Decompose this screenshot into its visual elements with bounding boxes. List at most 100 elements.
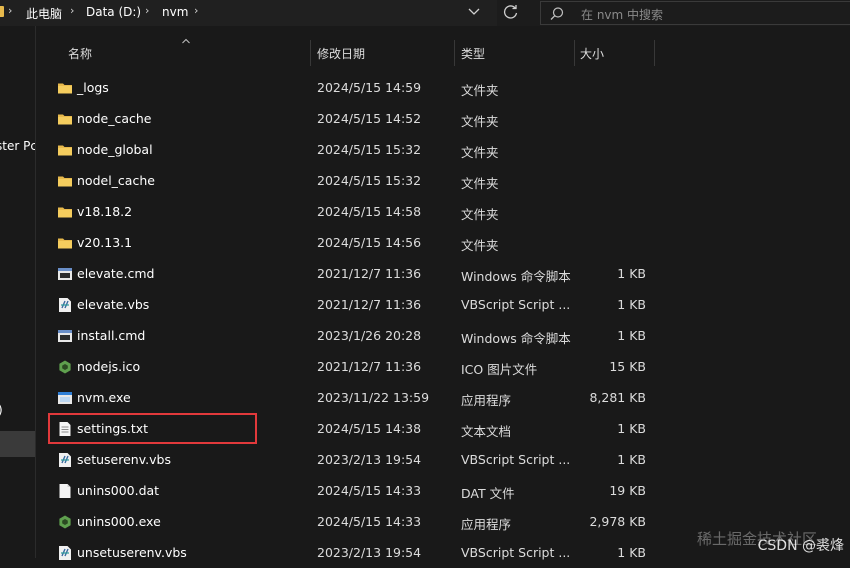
file-modified-date: 2024/5/15 14:56 — [317, 235, 422, 250]
file-row[interactable]: v18.18.2 2024/5/15 14:58 文件夹 — [48, 196, 848, 227]
nav-item-selected[interactable] — [0, 431, 35, 457]
file-modified-date: 2021/12/7 11:36 — [317, 297, 422, 312]
chevron-right-icon[interactable]: › — [8, 4, 12, 17]
file-row[interactable]: nodel_cache 2024/5/15 15:32 文件夹 — [48, 165, 848, 196]
file-name[interactable]: node_global — [77, 142, 153, 157]
file-type: Windows 命令脚本 — [461, 269, 571, 284]
file-row[interactable]: setuserenv.vbs 2023/2/13 19:54 VBScript Sc… — [48, 444, 848, 475]
file-size: 8,281 KB — [589, 390, 646, 405]
file-row[interactable]: elevate.vbs 2021/12/7 11:36 VBScript Scrip… — [48, 289, 848, 320]
file-name[interactable]: unins000.dat — [77, 483, 159, 498]
chevron-right-icon[interactable]: › — [145, 4, 149, 17]
vbs-file-icon — [57, 452, 73, 468]
folder-icon — [0, 6, 4, 17]
file-type: VBScript Script ... — [461, 297, 571, 312]
file-row[interactable]: nvm.exe 2023/11/22 13:59 应用程序 8,281 KB — [48, 382, 848, 413]
column-divider[interactable] — [310, 40, 311, 66]
cmd-file-icon — [57, 328, 73, 344]
file-row[interactable]: _logs 2024/5/15 14:59 文件夹 — [48, 72, 848, 103]
cmd-file-icon — [57, 266, 73, 282]
file-row[interactable]: v20.13.1 2024/5/15 14:56 文件夹 — [48, 227, 848, 258]
file-type: 文件夹 — [461, 114, 499, 129]
breadcrumb-nvm[interactable]: nvm — [162, 5, 188, 19]
chevron-right-icon[interactable]: › — [70, 4, 74, 17]
file-modified-date: 2021/12/7 11:36 — [317, 266, 422, 281]
watermark: CSDN @裘烽 — [757, 538, 844, 554]
file-modified-date: 2024/5/15 14:59 — [317, 80, 422, 95]
file-name[interactable]: v18.18.2 — [77, 204, 132, 219]
nav-item[interactable]: ) — [0, 403, 3, 417]
file-modified-date: 2021/12/7 11:36 — [317, 359, 422, 374]
refresh-icon[interactable] — [502, 3, 520, 21]
file-name[interactable]: setuserenv.vbs — [77, 452, 171, 467]
file-row[interactable]: unins000.dat 2024/5/15 14:33 DAT 文件 19 KB — [48, 475, 848, 506]
pane-divider[interactable] — [35, 26, 36, 558]
file-size: 15 KB — [609, 359, 646, 374]
file-type: 文件夹 — [461, 238, 499, 253]
file-type: VBScript Script ... — [461, 452, 571, 467]
highlight-box — [48, 413, 257, 444]
file-modified-date: 2023/1/26 20:28 — [317, 328, 422, 343]
file-modified-date: 2024/5/15 15:32 — [317, 173, 422, 188]
dat-file-icon — [57, 483, 73, 499]
file-size: 19 KB — [609, 483, 646, 498]
file-modified-date: 2023/2/13 19:54 — [317, 452, 422, 467]
file-modified-date: 2024/5/15 14:38 — [317, 421, 422, 436]
file-row[interactable]: nodejs.ico 2021/12/7 11:36 ICO 图片文件 15 KB — [48, 351, 848, 382]
search-input[interactable]: 在 nvm 中搜索 — [581, 6, 663, 23]
search-box[interactable]: 在 nvm 中搜索 — [540, 1, 850, 25]
navigation-pane: ster Pc ) — [0, 26, 35, 558]
column-header-size[interactable]: 大小 — [580, 45, 604, 62]
chevron-right-icon[interactable]: › — [194, 4, 198, 17]
address-bar[interactable]: › 此电脑 › Data (D:) › nvm › — [0, 0, 497, 26]
file-type: 文件夹 — [461, 207, 499, 222]
column-divider[interactable] — [654, 40, 655, 66]
breadcrumb-drive[interactable]: Data (D:) — [86, 5, 141, 19]
file-type: 文件夹 — [461, 83, 499, 98]
file-modified-date: 2024/5/15 14:33 — [317, 514, 422, 529]
file-modified-date: 2024/5/15 15:32 — [317, 142, 422, 157]
file-type: DAT 文件 — [461, 486, 515, 501]
file-modified-date: 2024/5/15 14:52 — [317, 111, 422, 126]
file-size: 1 KB — [617, 421, 646, 436]
file-size: 1 KB — [617, 328, 646, 343]
column-header-type[interactable]: 类型 — [461, 45, 485, 62]
nodejs-icon — [57, 514, 73, 530]
file-name[interactable]: node_cache — [77, 111, 151, 126]
column-divider[interactable] — [454, 40, 455, 66]
file-modified-date: 2024/5/15 14:58 — [317, 204, 422, 219]
chevron-down-icon[interactable] — [466, 5, 482, 19]
breadcrumb-this-pc[interactable]: 此电脑 — [26, 5, 62, 22]
folder-icon — [57, 235, 73, 251]
top-bar: › 此电脑 › Data (D:) › nvm › 在 nvm 中搜索 — [0, 0, 850, 26]
file-type: 应用程序 — [461, 517, 512, 532]
exe-file-icon — [57, 390, 73, 406]
file-type: 应用程序 — [461, 393, 512, 408]
file-size: 1 KB — [617, 452, 646, 467]
column-divider[interactable] — [574, 40, 575, 66]
file-type: 文本文档 — [461, 424, 512, 439]
vbs-file-icon — [57, 545, 73, 561]
file-type: 文件夹 — [461, 176, 499, 191]
search-icon — [550, 7, 564, 20]
file-name[interactable]: nodel_cache — [77, 173, 155, 188]
file-name[interactable]: unins000.exe — [77, 514, 161, 529]
column-header-date[interactable]: 修改日期 — [317, 45, 365, 62]
file-row[interactable]: node_cache 2024/5/15 14:52 文件夹 — [48, 103, 848, 134]
file-row[interactable]: node_global 2024/5/15 15:32 文件夹 — [48, 134, 848, 165]
column-header-name[interactable]: 名称 — [68, 45, 92, 62]
file-name[interactable]: elevate.cmd — [77, 266, 154, 281]
file-modified-date: 2023/11/22 13:59 — [317, 390, 430, 405]
file-size: 1 KB — [617, 297, 646, 312]
file-name[interactable]: install.cmd — [77, 328, 145, 343]
file-row[interactable]: install.cmd 2023/1/26 20:28 Windows 命令脚本 1 … — [48, 320, 848, 351]
file-name[interactable]: v20.13.1 — [77, 235, 132, 250]
nodejs-icon — [57, 359, 73, 375]
file-row[interactable]: elevate.cmd 2021/12/7 11:36 Windows 命令脚本 1 … — [48, 258, 848, 289]
nav-item[interactable]: ster Pc — [0, 139, 35, 153]
file-name[interactable]: _logs — [77, 80, 109, 95]
file-name[interactable]: elevate.vbs — [77, 297, 149, 312]
file-name[interactable]: nodejs.ico — [77, 359, 140, 374]
folder-icon — [57, 204, 73, 220]
file-name[interactable]: nvm.exe — [77, 390, 131, 405]
